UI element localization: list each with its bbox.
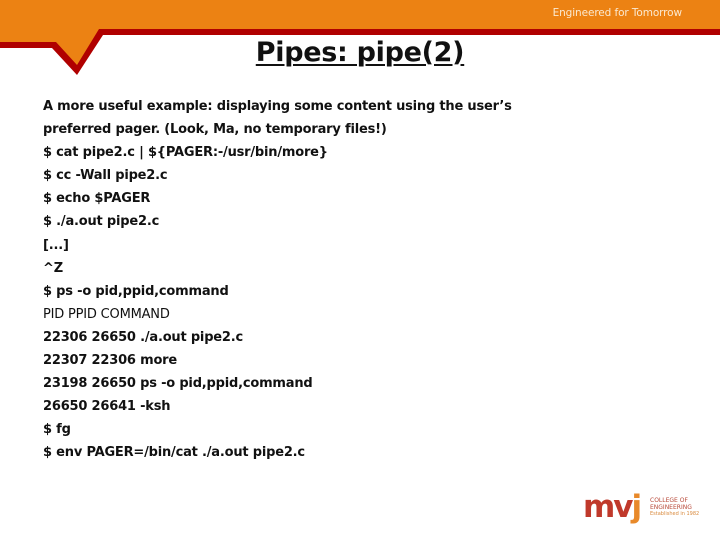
- slide-title-text: Pipes: pipe(2): [255, 37, 465, 68]
- logo-line-established: Established in 1982: [650, 511, 700, 517]
- body-line: ^Z: [43, 260, 63, 276]
- body-line: 22306 26650 ./a.out pipe2.c: [43, 329, 244, 345]
- body-line: 22307 22306 more: [43, 353, 178, 369]
- body-line: [...]: [43, 237, 69, 253]
- logo-text: COLLEGE OF ENGINEERING Established in 19…: [650, 497, 699, 518]
- logo-line-engineering: ENGINEERING: [650, 504, 692, 511]
- logo-line-college: COLLEGE OF: [650, 497, 688, 504]
- body-line: $ fg: [43, 422, 71, 438]
- body-line: $ cat pipe2.c | ${PAGER:-/usr/bin/more}: [43, 145, 328, 161]
- body-line: PID PPID COMMAND: [43, 306, 170, 322]
- body-line: $ ./a.out pipe2.c: [43, 214, 160, 230]
- body-line: preferred pager. (Look, Ma, no temporary…: [43, 122, 387, 138]
- logo-mark: mvj: [583, 489, 643, 525]
- body-line: $ echo $PAGER: [43, 191, 151, 207]
- logo-mark-main: mv: [583, 489, 633, 525]
- slide: Engineered for Tomorrow Pipes: pipe(2) A…: [0, 0, 720, 540]
- logo-mark-accent: j: [631, 489, 643, 525]
- body-line: 26650 26641 -ksh: [43, 399, 171, 415]
- body-line: $ env PAGER=/bin/cat ./a.out pipe2.c: [43, 445, 305, 461]
- body-line: $ ps -o pid,ppid,command: [43, 283, 229, 299]
- college-logo: mvj COLLEGE OF ENGINEERING Established i…: [583, 489, 699, 526]
- body-line: $ cc -Wall pipe2.c: [43, 168, 168, 184]
- slide-title: Pipes: pipe(2): [0, 33, 720, 73]
- body-line: A more useful example: displaying some c…: [43, 99, 512, 114]
- body-line: 23198 26650 ps -o pid,ppid,command: [43, 376, 313, 392]
- tagline: Engineered for Tomorrow: [552, 7, 683, 19]
- slide-body: A more useful example: displaying some c…: [43, 95, 683, 465]
